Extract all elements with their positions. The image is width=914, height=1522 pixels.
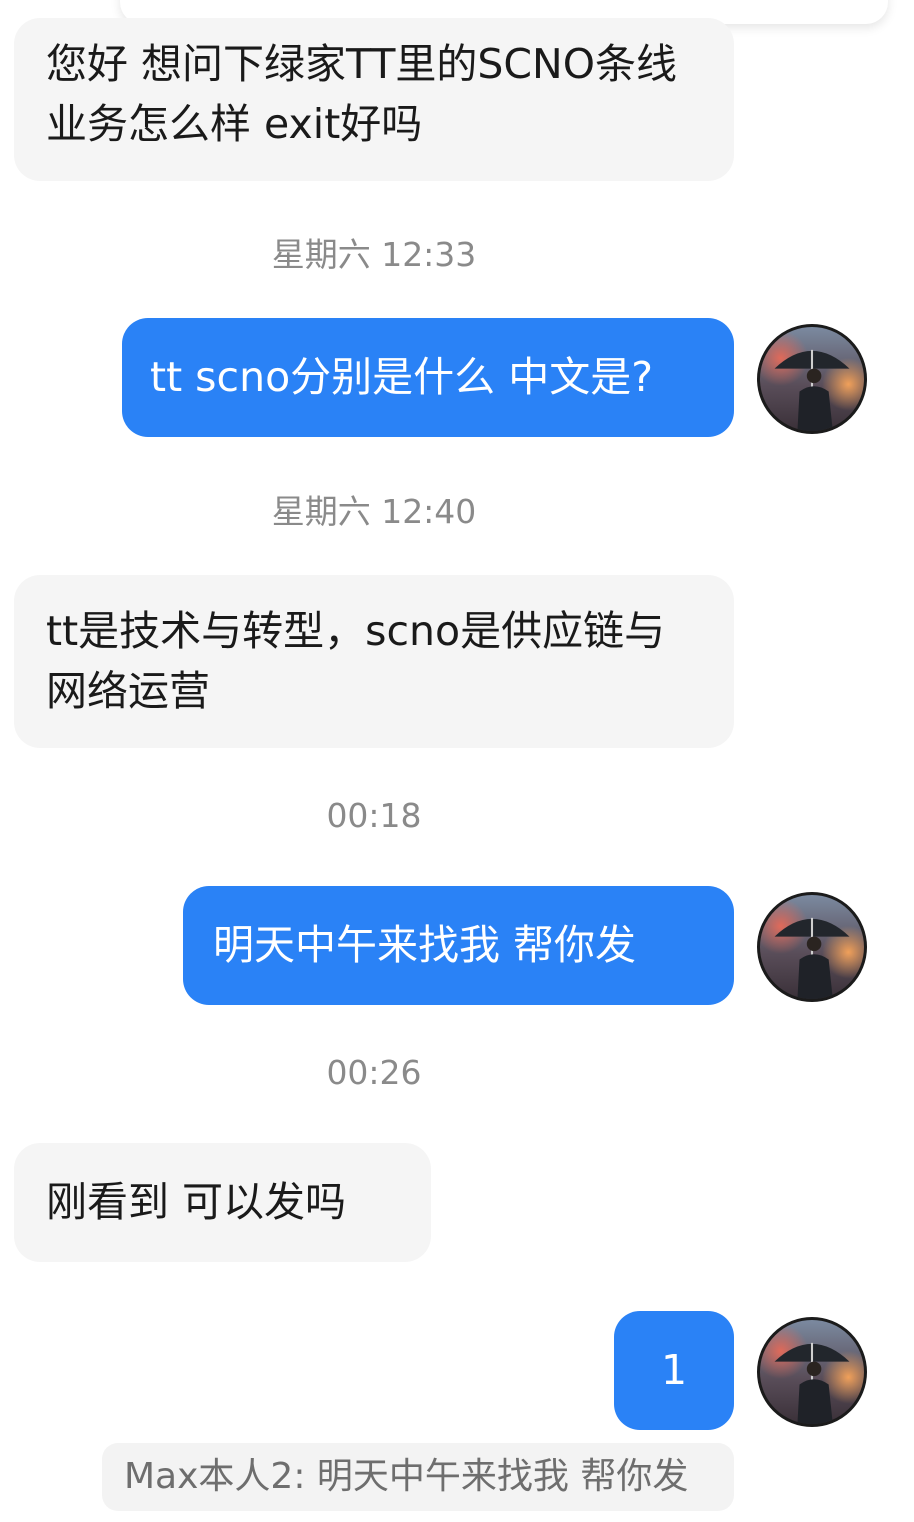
- timestamp: 00:18: [326, 796, 422, 835]
- user-avatar[interactable]: [757, 1317, 867, 1427]
- user-avatar[interactable]: [757, 324, 867, 434]
- message-text: tt是技术与转型，scno是供应链与网络运营: [46, 607, 666, 715]
- man-with-umbrella-icon: [774, 349, 850, 431]
- outgoing-message-bubble[interactable]: 明天中午来找我 帮你发: [183, 886, 734, 1005]
- message-text: tt scno分别是什么 中文是?: [150, 353, 653, 401]
- quoted-reply-text: Max本人2: 明天中午来找我 帮你发: [124, 1456, 689, 1497]
- man-with-umbrella-icon: [774, 917, 850, 999]
- quoted-reply[interactable]: Max本人2: 明天中午来找我 帮你发: [102, 1443, 734, 1511]
- timestamp: 00:26: [326, 1053, 422, 1092]
- message-text: 明天中午来找我 帮你发: [213, 921, 637, 969]
- outgoing-message-bubble[interactable]: tt scno分别是什么 中文是?: [122, 318, 734, 437]
- outgoing-message-bubble[interactable]: 1: [614, 1311, 734, 1430]
- incoming-message-bubble[interactable]: 您好 想问下绿家TT里的SCNO条线 业务怎么样 exit好吗: [14, 18, 734, 181]
- user-avatar[interactable]: [757, 892, 867, 1002]
- incoming-message-bubble[interactable]: 刚看到 可以发吗: [14, 1143, 431, 1262]
- man-with-umbrella-icon: [774, 1342, 850, 1424]
- timestamp: 星期六 12:40: [271, 492, 477, 531]
- timestamp: 星期六 12:33: [271, 235, 477, 274]
- message-text: 您好 想问下绿家TT里的SCNO条线 业务怎么样 exit好吗: [46, 40, 677, 148]
- message-text: 1: [660, 1346, 688, 1394]
- message-text: 刚看到 可以发吗: [46, 1178, 347, 1226]
- incoming-message-bubble[interactable]: tt是技术与转型，scno是供应链与网络运营: [14, 575, 734, 748]
